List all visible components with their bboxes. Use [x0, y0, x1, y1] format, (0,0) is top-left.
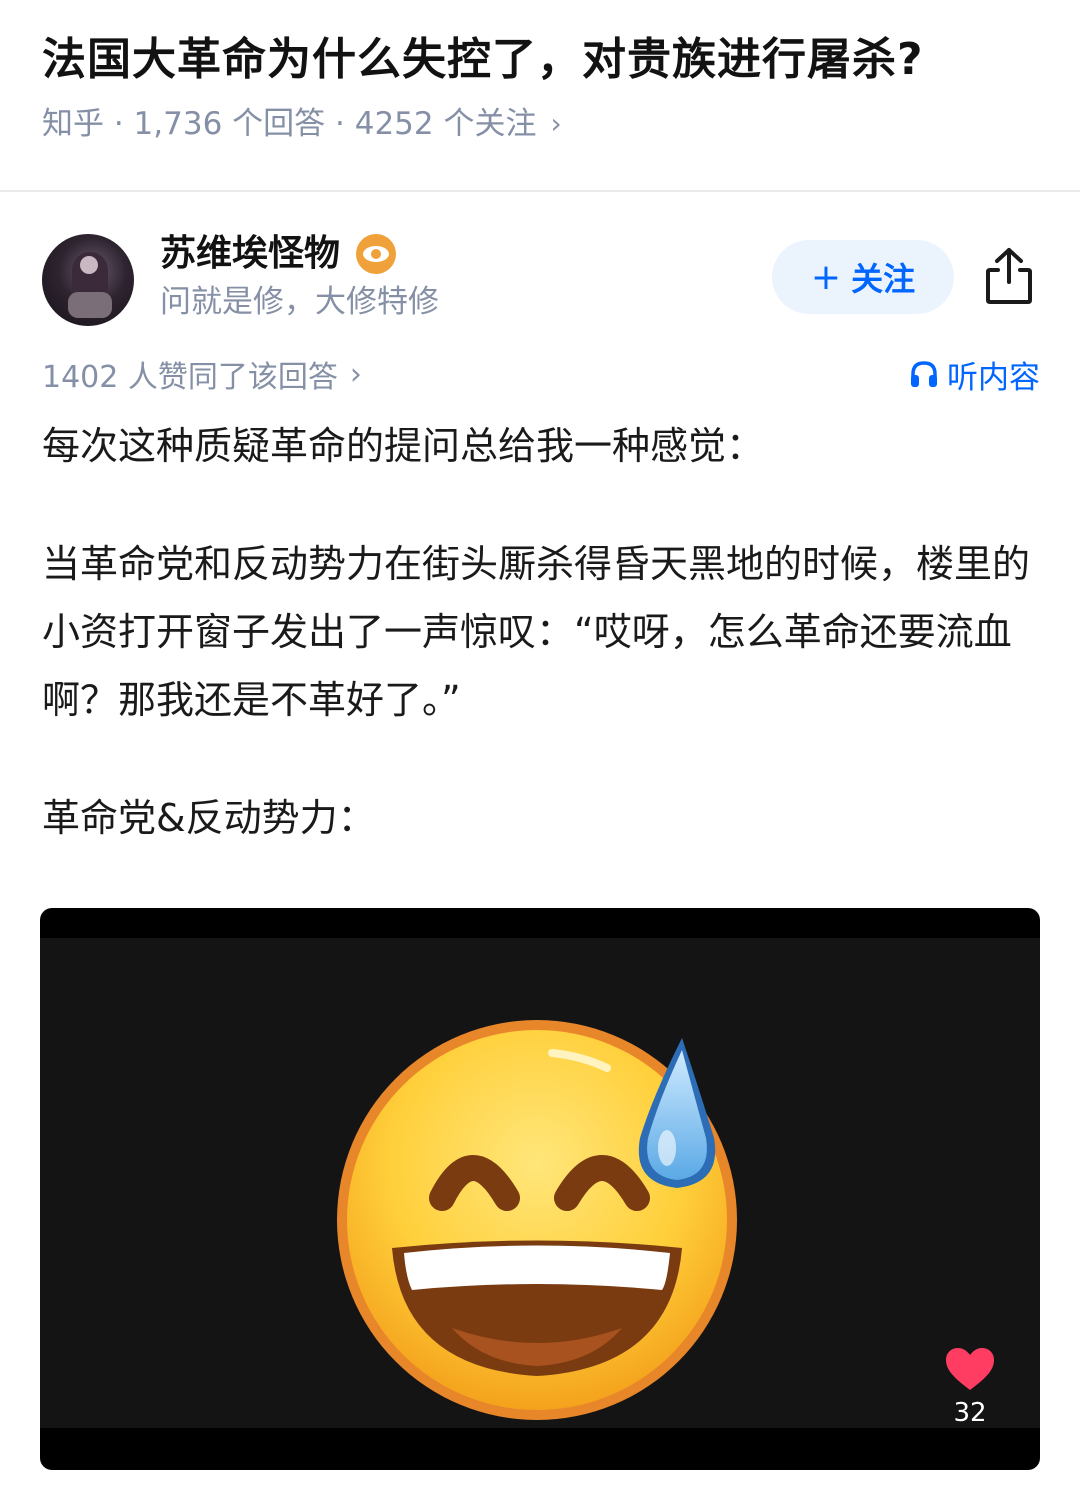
author-name[interactable]: 苏维埃怪物: [160, 232, 340, 276]
listen-button[interactable]: 听内容: [909, 352, 1040, 397]
author-row: 苏维埃怪物 问就是修，大修特修 + 关注: [42, 232, 1042, 328]
author-bio: 问就是修，大修特修: [160, 284, 439, 320]
vote-count[interactable]: 1402 人赞同了该回答 ›: [42, 352, 362, 396]
chevron-right-icon: ›: [349, 356, 362, 392]
answer-content: 每次这种质疑革命的提问总给我一种感觉： 当革命党和反动势力在街头厮杀得昏天黑地的…: [42, 412, 1040, 852]
author-name-line: 苏维埃怪物: [160, 232, 397, 276]
headphones-icon: [911, 361, 937, 387]
like-button[interactable]: 32: [940, 1346, 1000, 1428]
share-icon[interactable]: [984, 246, 1034, 306]
vote-text: 1402 人赞同了该回答: [42, 360, 338, 395]
grinning-sweat-emoji-icon: [337, 1020, 737, 1420]
answer-image[interactable]: 32: [40, 908, 1040, 1470]
follow-label: 关注: [851, 260, 916, 298]
like-count: 32: [953, 1398, 987, 1428]
paragraph: 革命党&反动势力：: [42, 796, 376, 840]
avatar[interactable]: [42, 234, 134, 326]
heart-icon: [946, 1348, 994, 1390]
paragraph: 每次这种质疑革命的提问总给我一种感觉：: [42, 424, 765, 468]
paragraph: 当革命党和反动势力在街头厮杀得昏天黑地的时候，楼里的小资打开窗子发出了一声惊叹：…: [42, 542, 1031, 722]
eye-badge-icon: [356, 234, 397, 274]
image-frame: [40, 938, 1040, 1428]
listen-label: 听内容: [947, 359, 1040, 396]
question-meta[interactable]: 知乎 · 1,736 个回答 · 4252 个关注 ›: [42, 104, 1038, 144]
question-title[interactable]: 法国大革命为什么失控了，对贵族进行屠杀?: [42, 30, 1038, 90]
divider: [0, 190, 1080, 192]
plus-icon: +: [810, 256, 842, 298]
follow-button[interactable]: + 关注: [772, 240, 954, 314]
vote-row: 1402 人赞同了该回答 › 听内容: [42, 352, 1040, 396]
chevron-right-icon: ›: [550, 107, 562, 140]
question-meta-text: 知乎 · 1,736 个回答 · 4252 个关注: [42, 106, 537, 142]
question-header: 法国大革命为什么失控了，对贵族进行屠杀? 知乎 · 1,736 个回答 · 42…: [0, 0, 1080, 160]
